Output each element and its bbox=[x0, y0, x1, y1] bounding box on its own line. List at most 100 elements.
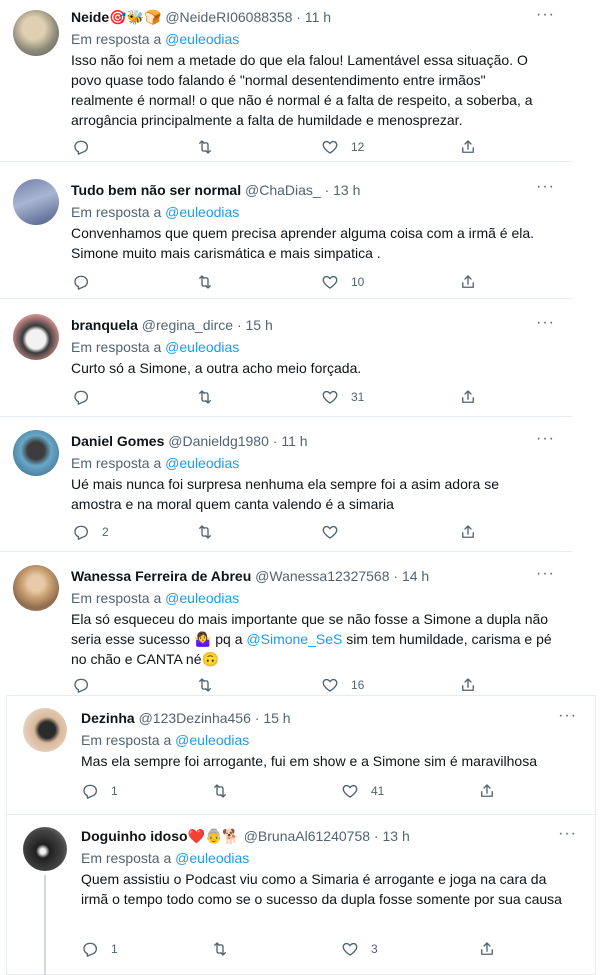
share-button[interactable] bbox=[478, 940, 496, 958]
share-icon bbox=[459, 138, 477, 156]
like-button[interactable]: 16 bbox=[321, 676, 364, 694]
more-icon[interactable]: ··· bbox=[536, 6, 555, 24]
retweet-button[interactable] bbox=[196, 523, 214, 541]
tweet[interactable]: Doguinho idoso❤️👵🐕 @BrunaAl61240758 · 13… bbox=[6, 815, 596, 975]
avatar[interactable] bbox=[13, 314, 59, 360]
reply-icon bbox=[81, 782, 99, 800]
more-icon[interactable]: ··· bbox=[536, 314, 555, 332]
like-button[interactable] bbox=[321, 523, 351, 541]
tweet-text: Ela só esqueceu do mais importante que s… bbox=[71, 609, 561, 669]
user-handle[interactable]: @Wanessa12327568 bbox=[255, 568, 389, 584]
timestamp[interactable]: 15 h bbox=[246, 317, 273, 333]
heart-icon bbox=[321, 138, 339, 156]
reply-icon bbox=[72, 523, 90, 541]
like-button[interactable]: 31 bbox=[321, 388, 364, 406]
reply-count: 2 bbox=[102, 525, 109, 539]
retweet-button[interactable] bbox=[211, 782, 229, 800]
reply-prefix: Em resposta a bbox=[81, 732, 172, 748]
share-button[interactable] bbox=[459, 138, 477, 156]
tweet[interactable]: Dezinha @123Dezinha456 · 15 h Em respost… bbox=[6, 695, 596, 815]
reply-button[interactable] bbox=[72, 676, 102, 694]
reply-icon bbox=[72, 138, 90, 156]
share-button[interactable] bbox=[478, 782, 496, 800]
user-handle[interactable]: @123Dezinha456 bbox=[139, 710, 251, 726]
more-icon[interactable]: ··· bbox=[558, 707, 577, 725]
tweet[interactable]: Tudo bem não ser normal @ChaDias_ · 13 h… bbox=[0, 163, 572, 299]
avatar[interactable] bbox=[13, 179, 59, 225]
retweet-button[interactable] bbox=[196, 676, 214, 694]
timestamp[interactable]: 15 h bbox=[263, 710, 290, 726]
mention-link[interactable]: @Simone_SeS bbox=[246, 631, 342, 647]
reply-prefix: Em resposta a bbox=[71, 455, 162, 471]
like-count: 3 bbox=[371, 942, 378, 956]
avatar[interactable] bbox=[13, 10, 59, 56]
share-button[interactable] bbox=[459, 676, 477, 694]
reply-count: 1 bbox=[111, 784, 118, 798]
reply-to-handle[interactable]: @euleodias bbox=[165, 590, 239, 606]
retweet-icon bbox=[196, 273, 214, 291]
reply-button[interactable] bbox=[72, 138, 102, 156]
avatar[interactable] bbox=[13, 430, 59, 476]
avatar[interactable] bbox=[13, 565, 59, 611]
display-name[interactable]: Daniel Gomes bbox=[71, 433, 164, 449]
heart-icon bbox=[321, 523, 339, 541]
reply-button[interactable]: 2 bbox=[72, 523, 109, 541]
display-name[interactable]: Doguinho idoso bbox=[81, 828, 188, 844]
thread-line bbox=[44, 875, 46, 975]
retweet-button[interactable] bbox=[196, 138, 214, 156]
tweet[interactable]: Wanessa Ferreira de Abreu @Wanessa123275… bbox=[0, 553, 572, 693]
like-button[interactable]: 41 bbox=[341, 782, 384, 800]
display-name[interactable]: Tudo bem não ser normal bbox=[71, 182, 241, 198]
display-name[interactable]: Neide bbox=[71, 9, 109, 25]
like-button[interactable]: 12 bbox=[321, 138, 364, 156]
like-button[interactable]: 3 bbox=[341, 940, 378, 958]
more-icon[interactable]: ··· bbox=[536, 430, 555, 448]
tweet-text: Curto só a Simone, a outra acho meio for… bbox=[71, 360, 362, 376]
like-button[interactable]: 10 bbox=[321, 273, 364, 291]
user-handle[interactable]: @Danieldg1980 bbox=[168, 433, 269, 449]
reply-button[interactable] bbox=[72, 273, 102, 291]
reply-to-handle[interactable]: @euleodias bbox=[165, 455, 239, 471]
user-handle[interactable]: @ChaDias_ bbox=[245, 182, 321, 198]
timestamp[interactable]: 11 h bbox=[305, 9, 331, 25]
reply-prefix: Em resposta a bbox=[71, 31, 162, 47]
tweet[interactable]: Neide🎯🐝🍞 @NeideRI06088358 · 11 h Em resp… bbox=[0, 0, 572, 162]
timestamp[interactable]: 13 h bbox=[333, 182, 360, 198]
timestamp[interactable]: 13 h bbox=[382, 828, 409, 844]
reply-button[interactable] bbox=[72, 388, 102, 406]
retweet-button[interactable] bbox=[211, 940, 229, 958]
display-name[interactable]: branquela bbox=[71, 317, 138, 333]
timestamp[interactable]: 11 h bbox=[281, 433, 307, 449]
tweet[interactable]: branquela @regina_dirce · 15 h Em respos… bbox=[0, 300, 572, 417]
reply-icon bbox=[72, 273, 90, 291]
more-icon[interactable]: ··· bbox=[558, 825, 577, 843]
reply-to-handle[interactable]: @euleodias bbox=[165, 204, 239, 220]
more-icon[interactable]: ··· bbox=[536, 565, 555, 583]
retweet-button[interactable] bbox=[196, 273, 214, 291]
tweet-text: Quem assistiu o Podcast viu como a Simar… bbox=[81, 871, 562, 907]
reply-button[interactable]: 1 bbox=[81, 940, 118, 958]
heart-icon bbox=[341, 782, 359, 800]
share-button[interactable] bbox=[459, 273, 477, 291]
share-button[interactable] bbox=[459, 388, 477, 406]
reply-to-handle[interactable]: @euleodias bbox=[175, 732, 249, 748]
tweet-text: Mas ela sempre foi arrogante, fui em sho… bbox=[81, 753, 537, 769]
user-handle[interactable]: @regina_dirce bbox=[142, 317, 233, 333]
display-name[interactable]: Wanessa Ferreira de Abreu bbox=[71, 568, 251, 584]
more-icon[interactable]: ··· bbox=[536, 178, 555, 196]
user-handle[interactable]: @BrunaAl61240758 bbox=[244, 828, 370, 844]
reply-to-handle[interactable]: @euleodias bbox=[165, 339, 239, 355]
avatar[interactable] bbox=[23, 708, 67, 752]
retweet-button[interactable] bbox=[196, 388, 214, 406]
reply-to-handle[interactable]: @euleodias bbox=[175, 850, 249, 866]
share-button[interactable] bbox=[459, 523, 477, 541]
retweet-icon bbox=[211, 782, 229, 800]
like-count: 41 bbox=[371, 784, 385, 798]
timestamp[interactable]: 14 h bbox=[402, 568, 429, 584]
avatar[interactable] bbox=[23, 827, 67, 871]
reply-to-handle[interactable]: @euleodias bbox=[165, 31, 239, 47]
reply-button[interactable]: 1 bbox=[81, 782, 118, 800]
display-name[interactable]: Dezinha bbox=[81, 710, 135, 726]
user-handle[interactable]: @NeideRI06088358 bbox=[165, 9, 292, 25]
tweet[interactable]: Daniel Gomes @Danieldg1980 · 11 h Em res… bbox=[0, 418, 572, 552]
